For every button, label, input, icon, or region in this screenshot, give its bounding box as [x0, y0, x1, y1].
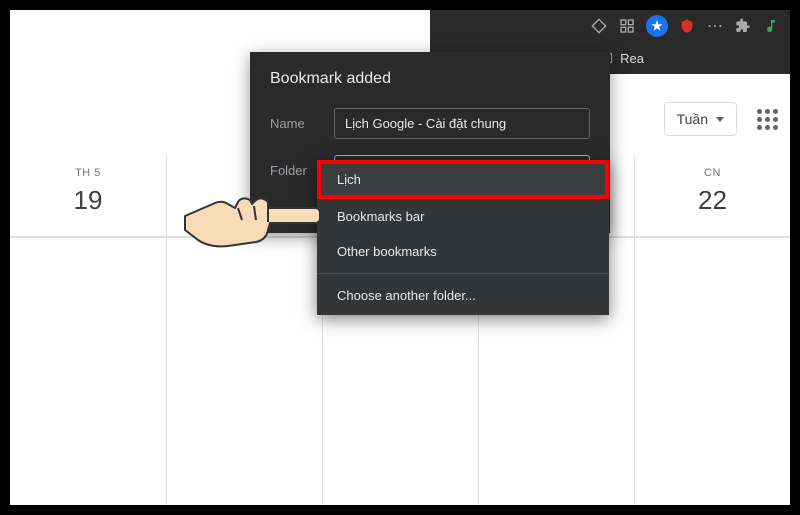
- bookmark-name-input[interactable]: [334, 108, 590, 139]
- dropdown-option-other[interactable]: Other bookmarks: [317, 234, 609, 269]
- music-icon[interactable]: [762, 17, 780, 35]
- folder-label: Folder: [270, 163, 318, 178]
- puzzle-icon[interactable]: [734, 17, 752, 35]
- day-number: 22: [635, 185, 790, 216]
- popup-title: Bookmark added: [270, 70, 590, 88]
- view-selector[interactable]: Tuần: [664, 102, 737, 136]
- folder-dropdown: Lịch Bookmarks bar Other bookmarks Choos…: [317, 160, 609, 315]
- view-label: Tuần: [677, 111, 708, 127]
- pointing-hand-icon: [180, 178, 320, 268]
- day-header[interactable]: TH 5 19: [10, 155, 166, 236]
- calendar-cell[interactable]: [166, 237, 322, 507]
- dropdown-option-lich[interactable]: Lịch: [317, 160, 609, 199]
- bookmark-star-icon[interactable]: [646, 15, 668, 37]
- calendar-toolbar: Tuần: [664, 102, 778, 136]
- calendar-cell[interactable]: [10, 237, 166, 507]
- weekday-label: TH 5: [10, 167, 166, 179]
- caret-down-icon: [716, 117, 724, 122]
- dropdown-option-bookmarks-bar[interactable]: Bookmarks bar: [317, 199, 609, 234]
- dropdown-choose-folder[interactable]: Choose another folder...: [317, 278, 609, 313]
- reading-list-label: Rea: [620, 51, 644, 66]
- shield-icon[interactable]: [678, 17, 696, 35]
- day-header[interactable]: CN 22: [634, 155, 790, 236]
- day-number: 19: [10, 185, 166, 216]
- name-label: Name: [270, 116, 318, 131]
- browser-extensions-bar: ⋯: [430, 10, 790, 42]
- dots-icon[interactable]: ⋯: [706, 17, 724, 35]
- grid-icon[interactable]: [618, 17, 636, 35]
- calendar-cell[interactable]: [634, 237, 790, 507]
- weekday-label: CN: [635, 167, 790, 179]
- dropdown-separator: [317, 273, 609, 274]
- apps-grid-icon[interactable]: [757, 109, 778, 130]
- diamond-icon[interactable]: [590, 17, 608, 35]
